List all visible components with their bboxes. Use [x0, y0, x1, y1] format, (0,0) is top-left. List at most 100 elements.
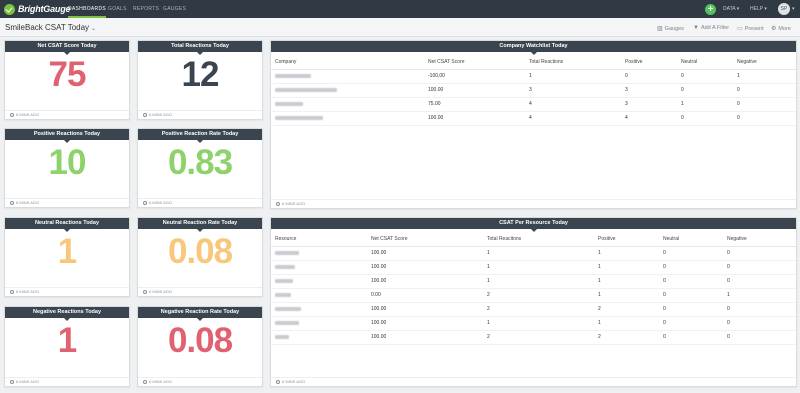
column-header[interactable]: Net CSAT Score — [424, 55, 525, 70]
table-cell: 75.00 — [424, 97, 525, 112]
redacted-text — [275, 320, 299, 325]
updated-text: 6 MINS AGO — [149, 112, 173, 117]
table-row[interactable]: 100.00 1 1 0 0 — [271, 274, 796, 289]
gauge-title: Negative Reaction Rate Today — [138, 307, 262, 321]
table-cell: 4 — [525, 111, 621, 126]
brand-logo[interactable]: BrightGauge — [4, 3, 71, 15]
table-cell: 1 — [483, 274, 594, 289]
table-header-row: Resource Net CSAT Score Total Reacitons … — [271, 232, 796, 247]
table-cell: 2 — [483, 302, 594, 317]
table-cell: 0 — [677, 111, 733, 126]
csat-per-resource-widget[interactable]: CSAT Per Resource Today Resource Net CSA… — [270, 217, 797, 387]
column-header[interactable]: Negative — [723, 232, 796, 247]
present-button[interactable]: ▭ Present — [737, 25, 764, 33]
clock-icon — [143, 201, 147, 205]
table-cell: 0 — [659, 288, 723, 303]
gauge-value: 75 — [48, 55, 87, 94]
gauge-positive-rate[interactable]: Positive Reaction Rate Today 0.83 6 MINS… — [137, 128, 263, 208]
gauge-negative-rate[interactable]: Negative Reaction Rate Today 0.08 6 MINS… — [137, 306, 263, 387]
gauge-negative-reactions[interactable]: Negative Reactions Today 1 6 MINS AGO — [4, 306, 130, 387]
gauge-title: Positive Reactions Today — [5, 129, 129, 143]
table-cell: 100.00 — [367, 246, 483, 261]
avatar[interactable]: SP — [778, 3, 790, 15]
gauge-net-csat[interactable]: Net CSAT Score Today 75 6 MINS AGO — [4, 40, 130, 120]
updated-text: 6 MINS AGO — [149, 200, 173, 205]
gauge-title: Positive Reaction Rate Today — [138, 129, 262, 143]
company-cell — [271, 97, 424, 112]
clock-icon — [143, 290, 147, 294]
table-cell: 1 — [525, 69, 621, 84]
table-row[interactable]: 100.00 4 4 0 0 — [271, 111, 796, 126]
gauge-total-reactions[interactable]: Total Reactions Today 12 6 MINS AGO — [137, 40, 263, 120]
table-row[interactable]: 100.00 3 3 0 0 — [271, 83, 796, 98]
add-filter-button[interactable]: ▼ Add A Filter — [693, 25, 729, 31]
updated-text: 6 MINS AGO — [16, 112, 40, 117]
nav-reports[interactable]: REPORTS — [133, 0, 159, 18]
table-row[interactable]: 100.00 1 1 0 0 — [271, 246, 796, 261]
gauge-value: 1 — [57, 321, 77, 360]
table-cell: 100.00 — [367, 330, 483, 345]
dashboard-title[interactable]: SmileBack CSAT Today ⌄ — [5, 23, 96, 32]
gauge-footer: 6 MINS AGO — [138, 377, 262, 386]
data-menu[interactable]: DATA ▾ — [723, 0, 739, 18]
updated-text: 6 MINS AGO — [282, 201, 306, 206]
column-header[interactable]: Negative — [733, 55, 796, 70]
column-header[interactable]: Positive — [594, 232, 659, 247]
resource-cell — [271, 274, 367, 289]
company-watchlist-widget[interactable]: Company Watchlist Today Company Net CSAT… — [270, 40, 797, 209]
gauge-positive-reactions[interactable]: Positive Reactions Today 10 6 MINS AGO — [4, 128, 130, 208]
column-header[interactable]: Company — [271, 55, 424, 70]
updated-text: 6 MINS AGO — [149, 379, 173, 384]
gauge-neutral-rate[interactable]: Neutral Reaction Rate Today 0.08 6 MINS … — [137, 217, 263, 297]
table-row[interactable]: 100.00 1 1 0 0 — [271, 316, 796, 331]
redacted-text — [275, 101, 303, 106]
help-menu-label: HELP — [750, 6, 763, 12]
table-cell: 0.00 — [367, 288, 483, 303]
more-button[interactable]: ⚙ More — [771, 25, 791, 33]
column-header[interactable]: Net CSAT Score — [367, 232, 483, 247]
gauges-button-label: Gauges — [664, 25, 684, 32]
table-row[interactable]: 100.00 2 2 0 0 — [271, 330, 796, 345]
gauges-button[interactable]: ▥ Gauges — [657, 25, 684, 33]
column-header[interactable]: Positive — [621, 55, 677, 70]
column-header[interactable]: Total Reactions — [525, 55, 621, 70]
table-row[interactable]: -100.00 1 0 0 1 — [271, 69, 796, 84]
table-cell: 0 — [659, 260, 723, 275]
gauge-value: 12 — [181, 55, 220, 94]
present-label: Present — [744, 25, 764, 32]
column-header[interactable]: Neutral — [659, 232, 723, 247]
table-cell: 1 — [483, 316, 594, 331]
table-row[interactable]: 100.00 1 1 0 0 — [271, 260, 796, 275]
table-row[interactable]: 100.00 2 2 0 0 — [271, 302, 796, 317]
table-cell: 0 — [659, 246, 723, 261]
company-watchlist-table: Company Net CSAT Score Total Reactions P… — [271, 55, 796, 126]
chevron-down-icon[interactable]: ▾ — [792, 6, 795, 12]
column-header[interactable]: Resource — [271, 232, 367, 247]
redacted-text — [275, 87, 337, 92]
table-row[interactable]: 0.00 2 1 0 1 — [271, 288, 796, 303]
redacted-text — [275, 264, 295, 269]
company-cell — [271, 111, 424, 126]
present-icon: ▭ — [737, 26, 743, 32]
gauge-footer: 6 MINS AGO — [5, 198, 129, 207]
filter-icon: ▼ — [693, 25, 699, 31]
column-header[interactable]: Total Reacitons — [483, 232, 594, 247]
updated-text: 6 MINS AGO — [16, 379, 40, 384]
table-cell: 0 — [733, 97, 796, 112]
nav-goals[interactable]: GOALS — [108, 0, 127, 18]
table-row[interactable]: 75.00 4 3 1 0 — [271, 97, 796, 112]
column-header[interactable]: Neutral — [677, 55, 733, 70]
gear-icon: ⚙ — [771, 26, 777, 32]
gauge-footer: 6 MINS AGO — [5, 287, 129, 296]
clock-icon — [10, 380, 14, 384]
data-menu-label: DATA — [723, 6, 736, 12]
dashboard-title-text: SmileBack CSAT Today — [5, 23, 90, 32]
table-cell: 100.00 — [424, 111, 525, 126]
nav-gauges[interactable]: GAUGES — [163, 0, 186, 18]
nav-dashboards[interactable]: DASHBOARDS — [68, 0, 107, 18]
gauge-neutral-reactions[interactable]: Neutral Reactions Today 1 6 MINS AGO — [4, 217, 130, 297]
table-cell: 2 — [594, 330, 659, 345]
redacted-text — [275, 292, 291, 297]
help-menu[interactable]: HELP ▾ — [750, 0, 767, 18]
add-button[interactable]: + — [705, 4, 716, 15]
